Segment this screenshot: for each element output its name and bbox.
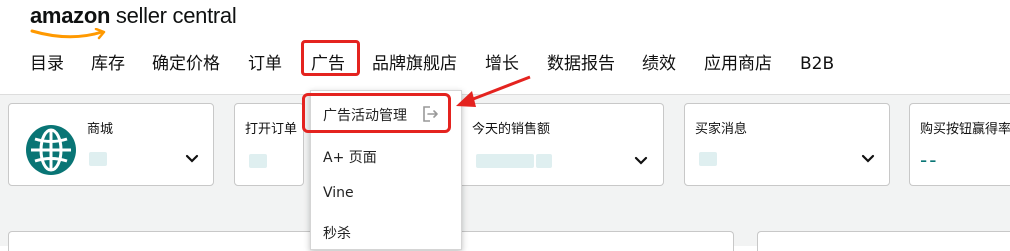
- marketplace-card[interactable]: 商城: [8, 103, 214, 186]
- chevron-down-icon[interactable]: [861, 154, 875, 164]
- menu-item-vine[interactable]: Vine: [323, 185, 354, 201]
- buy-box-value: --: [920, 148, 939, 172]
- campaign-manager-highlight-box: [302, 93, 451, 133]
- logo-text: amazon seller central: [30, 2, 237, 30]
- nav-item-inventory[interactable]: 库存: [91, 52, 125, 76]
- nav-item-performance[interactable]: 绩效: [642, 52, 676, 76]
- nav-item-brand-stores[interactable]: 品牌旗舰店: [372, 52, 457, 76]
- blurred-value: [476, 154, 534, 168]
- marketplace-title: 商城: [87, 122, 114, 137]
- blurred-value: [249, 154, 267, 168]
- open-orders-card[interactable]: 打开订单: [234, 103, 304, 186]
- menu-item-a-plus-content[interactable]: A+ 页面: [323, 147, 377, 167]
- today-sales-title: 今天的销售额: [472, 122, 551, 137]
- blurred-value: [536, 154, 552, 168]
- logo-amazon-text: amazon: [30, 3, 111, 28]
- annotation-arrow-icon: [456, 75, 531, 107]
- buyer-messages-card[interactable]: 买家消息: [684, 103, 890, 186]
- nav-item-growth[interactable]: 增长: [485, 52, 519, 76]
- nav-item-orders[interactable]: 订单: [248, 52, 282, 76]
- nav-item-b2b[interactable]: B2B: [800, 52, 834, 76]
- blurred-value: [89, 152, 107, 166]
- chevron-down-icon[interactable]: [634, 156, 648, 166]
- nav-item-app-store[interactable]: 应用商店: [704, 52, 772, 76]
- open-orders-title: 打开订单: [245, 122, 298, 137]
- today-sales-card[interactable]: 今天的销售额: [462, 103, 664, 186]
- amazon-smile-icon: [30, 28, 106, 40]
- logo-seller-central-text: seller central: [110, 3, 237, 28]
- nav-item-pricing[interactable]: 确定价格: [152, 52, 220, 76]
- nav-item-catalog[interactable]: 目录: [30, 52, 64, 76]
- advertising-highlight-box: [301, 40, 360, 76]
- amazon-seller-central-logo[interactable]: amazon seller central: [30, 2, 237, 40]
- chevron-down-icon[interactable]: [185, 154, 199, 164]
- buy-box-title: 购买按钮赢得率: [920, 122, 1010, 137]
- blurred-value: [699, 152, 717, 166]
- nav-item-reports[interactable]: 数据报告: [547, 52, 615, 76]
- menu-item-lightning-deals[interactable]: 秒杀: [323, 223, 351, 243]
- globe-icon: [26, 125, 76, 175]
- buy-box-win-rate-card[interactable]: 购买按钮赢得率 --: [909, 103, 1010, 186]
- buyer-messages-title: 买家消息: [695, 122, 748, 137]
- dashboard-content: 商城 打开订单 今天的销售额 买家消息 购买按钮赢得率 --: [0, 94, 1010, 251]
- lower-panel-right: [757, 231, 1010, 251]
